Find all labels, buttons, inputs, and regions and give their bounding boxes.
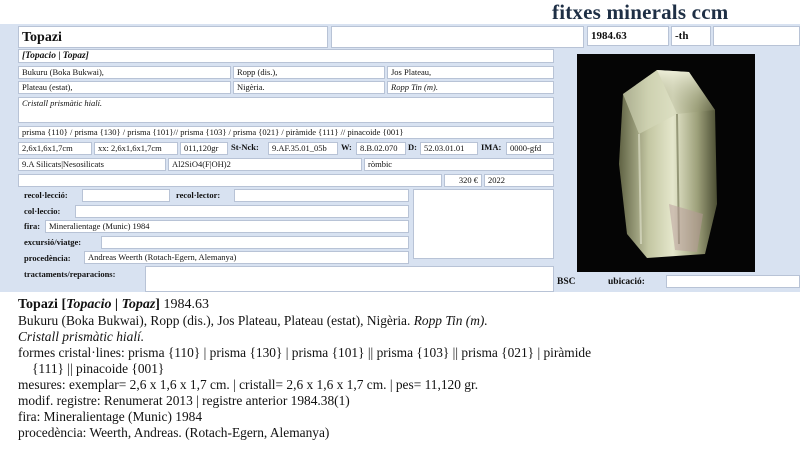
fira-field[interactable]: Mineralientage (Munic) 1984 — [45, 220, 409, 233]
recolleccio-field[interactable] — [82, 189, 170, 202]
tractaments-field[interactable] — [145, 266, 554, 292]
record-form-panel: fitxes minerals ccm Topazi 1984.63 -th [… — [0, 0, 800, 292]
fira-label: fira: — [24, 221, 41, 231]
record-mine: Ropp Tin (m). — [413, 313, 488, 328]
ubicacio-label: ubicació: — [608, 277, 645, 287]
header-bar: fitxes minerals ccm — [0, 0, 800, 24]
specimen-size-field[interactable]: 2,6x1,6x1,7cm — [18, 142, 92, 155]
record-provenance: procedència: Weerth, Andreas. (Rotach-Eg… — [18, 425, 330, 440]
record-name: Topazi — [18, 297, 58, 312]
crystal-system-field[interactable]: ròmbic — [364, 158, 554, 171]
catalog-number-field[interactable]: 1984.63 — [587, 26, 669, 46]
record-forms-line-2: {111} || pinacoide {001} — [32, 361, 165, 376]
recollector-label: recol·lector: — [176, 190, 221, 200]
tractaments-label: tractaments/reparacions: — [24, 269, 116, 279]
price-field[interactable]: 320 € — [444, 174, 482, 187]
record-locality: Bukuru (Boka Bukwai), Ropp (dis.), Jos P… — [18, 313, 411, 328]
colleccio-field[interactable] — [75, 205, 409, 218]
blank-field-2[interactable] — [713, 26, 800, 46]
record-register: modif. registre: Renumerat 2013 | regist… — [18, 393, 350, 408]
class-field[interactable]: 9.A Silicats|Nesosilicats — [18, 158, 166, 171]
strunz-label: St-Nck: — [231, 142, 259, 152]
excursio-field[interactable] — [101, 236, 409, 249]
topaz-crystal-image — [577, 54, 755, 272]
w-label: W: — [341, 142, 352, 152]
procedencia-field[interactable]: Andreas Weerth (Rotach-Egern, Alemanya) — [84, 251, 409, 264]
crystal-forms-field[interactable]: prisma {110} / prisma {130} / prisma {10… — [18, 126, 554, 139]
synonyms-field[interactable]: [Topacio | Topaz] — [18, 49, 554, 63]
catalog-suffix-field[interactable]: -th — [671, 26, 711, 46]
recolleccio-label: recol·lecció: — [24, 190, 68, 200]
specimen-photo — [577, 54, 755, 272]
description-field[interactable]: Cristall prismàtic hialí. — [18, 97, 554, 123]
colleccio-label: col·leccio: — [24, 206, 61, 216]
locality-field-3[interactable]: Jos Plateau, — [387, 66, 554, 79]
blank-field-3[interactable] — [18, 174, 442, 187]
record-title-line: Topazi [Topacio | Topaz] 1984.63 — [18, 297, 209, 312]
locality-field-4[interactable]: Plateau (estat), — [18, 81, 231, 94]
locality-field-1[interactable]: Bukuru (Boka Bukwai), — [18, 66, 231, 79]
app-title: fitxes minerals ccm — [552, 0, 729, 24]
record-fair: fira: Mineralientage (Munic) 1984 — [18, 409, 203, 424]
recollector-field[interactable] — [234, 189, 409, 202]
record-measures: mesures: exemplar= 2,6 x 1,6 x 1,7 cm. |… — [18, 377, 479, 392]
excursio-label: excursió/viatge: — [24, 237, 82, 247]
locality-field-2[interactable]: Ropp (dis.), — [233, 66, 385, 79]
record-description: Cristall prismàtic hialí. — [18, 329, 145, 344]
bsc-label: BSC — [557, 277, 576, 287]
d-label: D: — [408, 142, 417, 152]
ubicacio-field[interactable] — [666, 275, 800, 288]
w-field[interactable]: 8.B.02.070 — [356, 142, 406, 155]
d-field[interactable]: 52.03.01.01 — [420, 142, 478, 155]
formula-field[interactable]: Al2SiO4(F|OH)2 — [168, 158, 362, 171]
record-synonyms: Topacio | Topaz — [66, 297, 156, 312]
strunz-field[interactable]: 9.AF.35.01_05b — [268, 142, 338, 155]
locality-field-6[interactable]: Ropp Tin (m). — [387, 81, 554, 94]
record-number: 1984.63 — [163, 297, 209, 312]
record-locality-line: Bukuru (Boka Bukwai), Ropp (dis.), Jos P… — [18, 313, 798, 329]
year-field[interactable]: 2022 — [484, 174, 554, 187]
crystal-size-field[interactable]: xx: 2,6x1,6x1,7cm — [94, 142, 178, 155]
record-summary: Topazi [Topacio | Topaz] 1984.63 Bukuru … — [18, 297, 798, 441]
blank-field-1[interactable] — [331, 26, 584, 48]
ima-label: IMA: — [481, 142, 502, 152]
procedencia-label: procedència: — [24, 253, 71, 263]
locality-field-5[interactable]: Nigèria. — [233, 81, 385, 94]
mineral-name-field[interactable]: Topazi — [18, 26, 328, 48]
ima-field[interactable]: 0000-gfd — [506, 142, 554, 155]
weight-field[interactable]: 011,120gr — [180, 142, 228, 155]
record-forms-line-1: formes cristal·lines: prisma {110} | pri… — [18, 345, 592, 360]
notes-box[interactable] — [413, 189, 554, 259]
